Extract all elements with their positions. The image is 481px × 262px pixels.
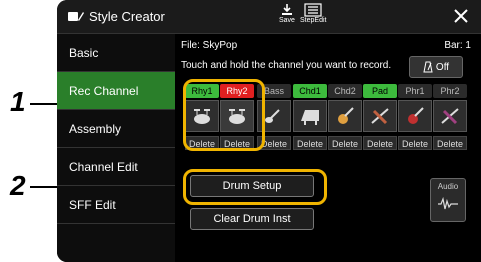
delete-button-pad[interactable]: Delete: [363, 136, 397, 150]
channel-chd1[interactable]: Chd1: [293, 84, 327, 132]
stepedit-button[interactable]: StepEdit: [300, 3, 326, 24]
guitar-icon: [398, 100, 432, 132]
strings-icon: [433, 100, 467, 132]
delete-button-chd2[interactable]: Delete: [328, 136, 362, 150]
list-icon: [304, 3, 322, 17]
channel-label: Chd2: [328, 84, 362, 98]
channel-label: Chd1: [293, 84, 327, 98]
metronome-label: Off: [435, 61, 450, 73]
sidebar-item-label: SFF Edit: [69, 197, 116, 212]
style-creator-icon: [68, 12, 84, 21]
sidebar-item-basic[interactable]: Basic: [57, 34, 175, 72]
delete-button-phr2[interactable]: Delete: [433, 136, 467, 150]
callout-number-1: 1: [10, 86, 26, 117]
close-icon[interactable]: [451, 6, 471, 26]
channel-phr1[interactable]: Phr1: [398, 84, 432, 132]
channel-chd2[interactable]: Chd2: [328, 84, 362, 132]
title-bar: Style Creator Save StepEdit: [57, 0, 481, 34]
delete-button-chd1[interactable]: Delete: [293, 136, 327, 150]
audio-label: Audio: [437, 182, 459, 191]
bar-number: Bar: 1: [444, 40, 471, 51]
waveform-icon: [438, 197, 458, 210]
sidebar-item-label: Assembly: [69, 121, 122, 136]
piano-icon: [293, 100, 327, 132]
audio-button[interactable]: Audio: [430, 178, 466, 222]
clear-drum-inst-button[interactable]: Clear Drum Inst: [190, 208, 314, 230]
save-label: Save: [279, 17, 295, 24]
sidebar: Basic Rec Channel Assembly Channel Edit …: [57, 34, 175, 262]
callout-number-2: 2: [10, 170, 26, 201]
sidebar-item-label: Basic: [69, 45, 99, 60]
stepedit-label: StepEdit: [300, 17, 327, 24]
metronome-icon: [423, 61, 433, 73]
channel-label: Pad: [363, 84, 397, 98]
channel-label: Phr2: [433, 84, 467, 98]
sidebar-item-rec-channel[interactable]: Rec Channel: [57, 72, 175, 110]
guitar-icon: [328, 100, 362, 132]
channel-phr2[interactable]: Phr2: [433, 84, 467, 132]
delete-button-phr1[interactable]: Delete: [398, 136, 432, 150]
save-icon: [281, 4, 292, 15]
highlight-rhythm-channels: [183, 79, 265, 151]
channel-pad[interactable]: Pad: [363, 84, 397, 132]
metronome-button[interactable]: Off: [409, 56, 463, 78]
sidebar-item-label: Rec Channel: [69, 83, 139, 98]
file-name: File: SkyPop: [181, 40, 238, 51]
sidebar-item-assembly[interactable]: Assembly: [57, 110, 175, 148]
sidebar-item-label: Channel Edit: [69, 159, 138, 174]
strings-icon: [363, 100, 397, 132]
device-screen: Style Creator Save StepEdit Basic Rec Ch…: [57, 0, 481, 262]
channel-label: Phr1: [398, 84, 432, 98]
highlight-drum-setup: [183, 169, 327, 205]
sidebar-item-sff-edit[interactable]: SFF Edit: [57, 186, 175, 224]
instruction-text: Touch and hold the channel you want to r…: [181, 60, 392, 71]
app-title: Style Creator: [89, 9, 165, 24]
sidebar-item-channel-edit[interactable]: Channel Edit: [57, 148, 175, 186]
save-button[interactable]: Save: [279, 3, 295, 24]
